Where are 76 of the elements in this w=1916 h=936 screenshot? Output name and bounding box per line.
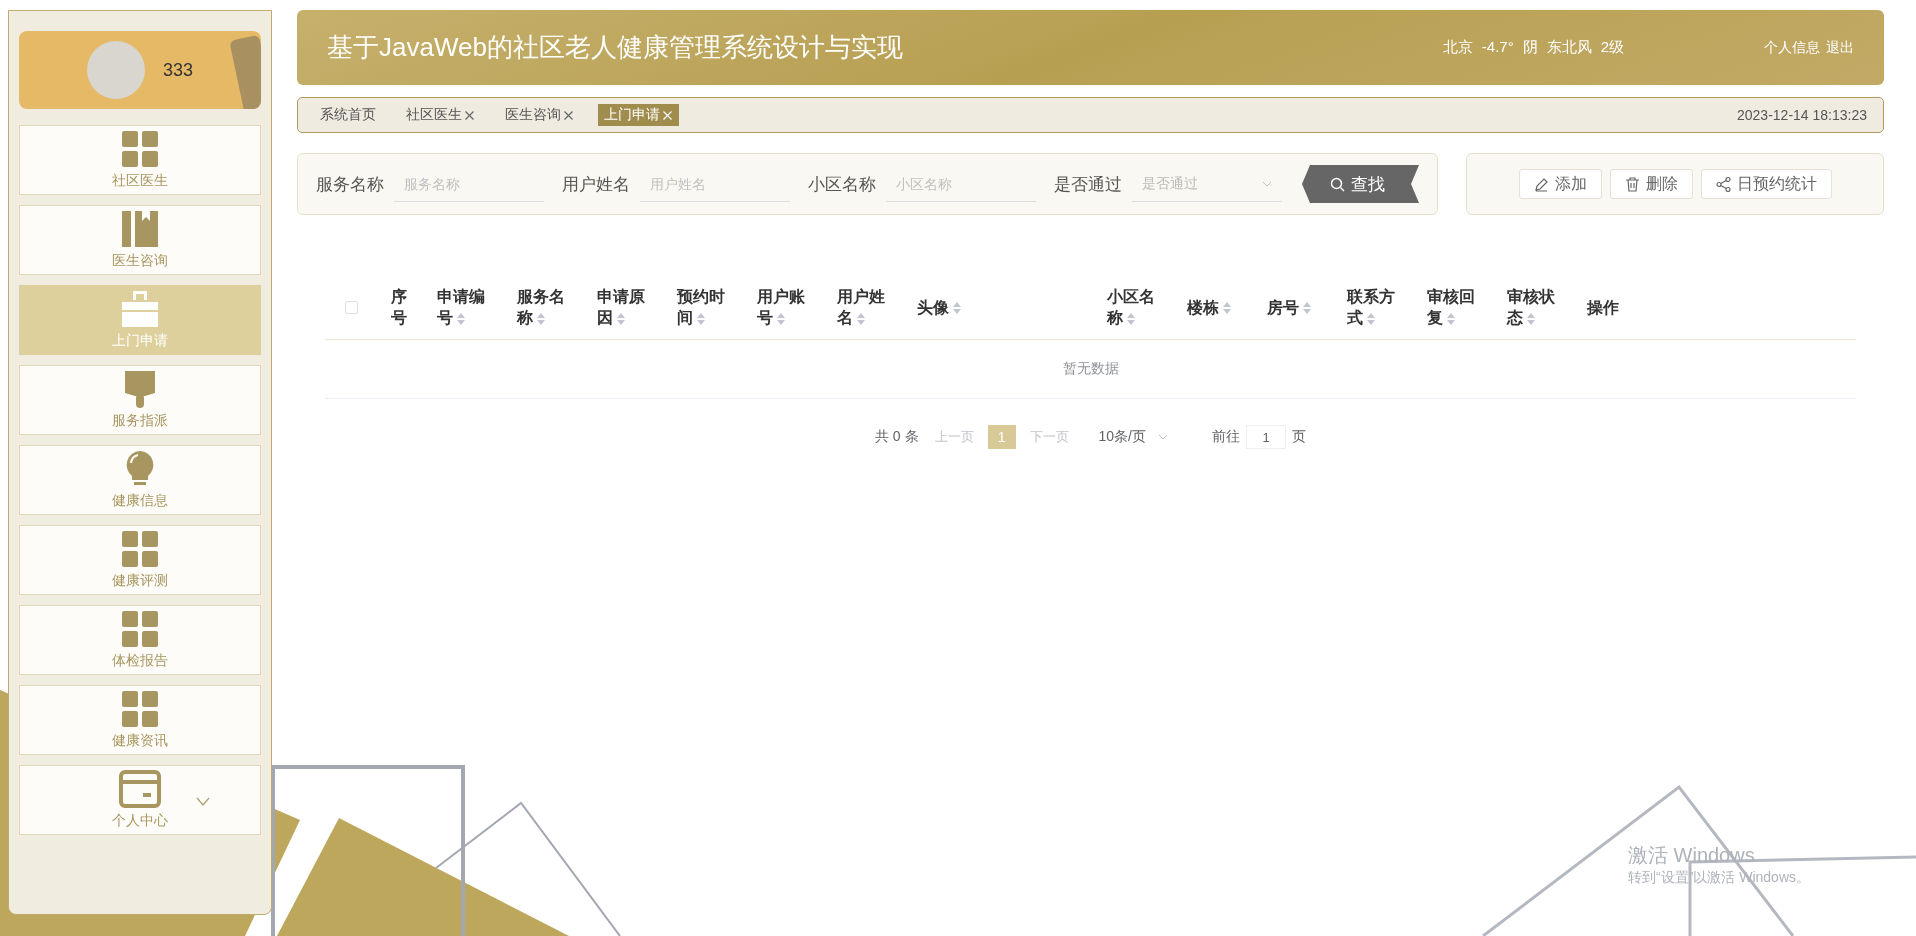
sort-icon [537, 312, 545, 325]
pencil-icon [1533, 176, 1549, 192]
column-header[interactable]: 审核状态 [1499, 286, 1579, 328]
sort-icon [697, 312, 705, 325]
column-header[interactable]: 操作 [1579, 296, 1659, 318]
input-field[interactable]: 服务名称 [394, 166, 544, 202]
sort-icon [953, 302, 961, 315]
column-header[interactable]: 用户账号 [749, 286, 829, 328]
tab[interactable]: 系统首页 [314, 104, 382, 126]
chevron-down-icon [1262, 180, 1272, 187]
tab[interactable]: 社区医生 [400, 104, 481, 126]
close-icon [464, 109, 475, 121]
goto-label: 前往 [1212, 428, 1240, 446]
avatar [86, 41, 145, 99]
field-label: 小区名称 [808, 173, 876, 196]
total-count: 共 0 条 [874, 428, 919, 446]
page-title: 基于JavaWeb的社区老人健康管理系统设计与实现 [327, 31, 904, 64]
field-label: 是否通过 [1054, 173, 1122, 196]
grid-icon [121, 610, 159, 648]
column-header[interactable]: 预约时间 [669, 286, 749, 328]
tab[interactable]: 上门申请 [598, 104, 679, 126]
column-header[interactable]: 服务名称 [509, 286, 589, 328]
book-icon [121, 210, 159, 248]
briefcase-icon [121, 290, 159, 328]
select-all-checkbox[interactable] [344, 300, 358, 314]
sort-icon [1447, 312, 1455, 325]
search-button[interactable]: 查找 [1302, 165, 1419, 203]
action-button[interactable]: 添加 [1518, 169, 1602, 199]
grid-icon [121, 130, 159, 168]
chevron-icon [196, 796, 210, 806]
weather-text: 2级 [1600, 38, 1624, 57]
grid-icon [121, 690, 159, 728]
page-size-select[interactable]: 10条/页 [1098, 423, 1168, 451]
trash-icon [1624, 176, 1640, 192]
sort-icon [857, 312, 865, 325]
chevron-down-icon [1158, 434, 1168, 440]
sort-icon [457, 312, 465, 325]
tab[interactable]: 医生咨询 [499, 104, 580, 126]
sort-icon [1367, 312, 1375, 325]
column-header[interactable]: 楼栋 [1179, 296, 1259, 318]
column-header[interactable]: 小区名称 [1099, 286, 1179, 328]
weather-text: 北京 [1442, 38, 1473, 57]
page-unit: 页 [1292, 428, 1306, 446]
column-header[interactable]: 序号 [381, 286, 429, 328]
sort-icon [777, 312, 785, 325]
column-header[interactable]: 头像 [909, 296, 1099, 318]
input-field[interactable]: 用户姓名 [640, 166, 790, 202]
user-name: 333 [162, 59, 193, 81]
weather-text: 阴 [1522, 38, 1538, 57]
input-field[interactable]: 小区名称 [886, 166, 1036, 202]
sort-icon [617, 312, 625, 325]
search-icon [1330, 176, 1345, 192]
sort-icon [1223, 302, 1231, 315]
date-time: 2023-12-14 18:13:23 [1737, 107, 1867, 123]
action-button[interactable]: 日预约统计 [1700, 169, 1832, 199]
action-button[interactable]: 删除 [1609, 169, 1693, 199]
card-icon [119, 770, 161, 808]
sort-icon [1303, 302, 1311, 315]
column-header[interactable]: 审核回复 [1419, 286, 1499, 328]
column-header[interactable]: 申请原因 [589, 286, 669, 328]
column-header[interactable]: 用户姓名 [829, 286, 909, 328]
weather-text: -4.7° [1481, 38, 1514, 57]
weather-text: 东北风 [1546, 38, 1592, 57]
page-input[interactable]: 1 [1246, 425, 1286, 449]
grid-icon [121, 530, 159, 568]
field-label: 用户姓名 [562, 173, 630, 196]
share-icon [1715, 176, 1731, 192]
empty-text: 暂无数据 [325, 340, 1856, 399]
column-header[interactable]: 联系方式 [1339, 286, 1419, 328]
column-header[interactable]: 房号 [1259, 296, 1339, 318]
column-header[interactable]: 申请编号 [429, 286, 509, 328]
close-icon [662, 109, 673, 121]
close-icon [563, 109, 574, 121]
sort-icon [1527, 312, 1535, 325]
field-label: 服务名称 [316, 173, 384, 196]
sort-icon [1127, 312, 1135, 325]
